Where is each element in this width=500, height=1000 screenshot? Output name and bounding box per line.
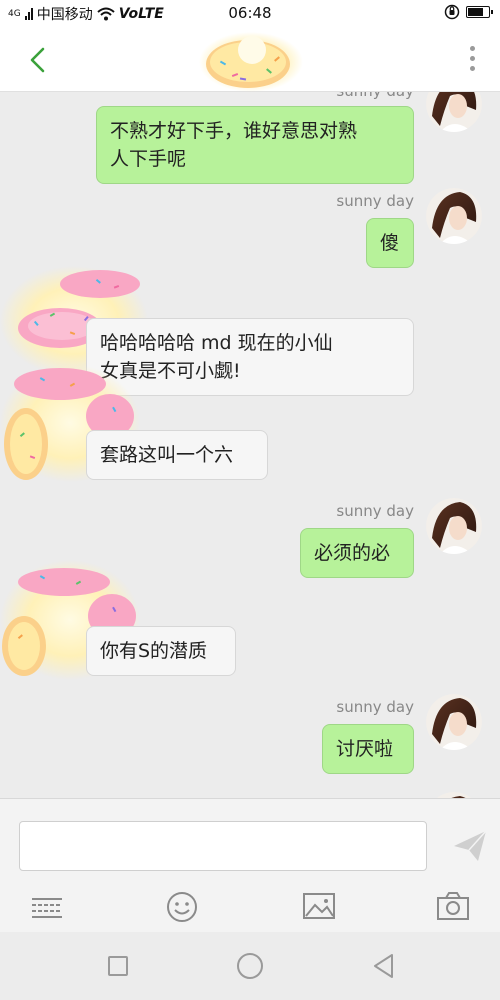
back-arrow-icon[interactable] [22,44,54,76]
system-navigation [0,932,500,1000]
battery-icon [466,6,493,18]
message-text: 讨厌啦 [336,738,394,760]
message-text: 女真是不可小觑! [100,360,241,382]
contact-avatar[interactable] [196,32,306,92]
message-text: 套路这叫一个六 [100,444,234,466]
more-vertical-icon[interactable] [468,46,476,74]
chat-header [0,28,500,92]
avatar[interactable] [426,92,482,132]
message-text: 人下手呢 [110,148,187,170]
avatar[interactable] [426,498,482,554]
battery-level [468,8,483,16]
message-bubble[interactable]: 傻 [366,218,414,268]
send-icon[interactable] [452,829,488,863]
message-text: 不熟才好下手，谁好意思对熟 [110,120,358,142]
home-icon[interactable] [236,952,264,980]
sender-name: sunny day [336,502,414,520]
message-bubble[interactable]: 讨厌啦 [322,724,414,774]
message-input[interactable] [19,821,427,871]
camera-icon[interactable] [436,891,470,921]
sender-name: sunny day [300,92,414,100]
image-icon[interactable] [302,891,336,921]
avatar[interactable] [426,188,482,244]
message-bubble[interactable]: 套路这叫一个六 [86,430,268,480]
sender-name: sunny day [336,192,414,210]
emoji-icon[interactable] [166,891,198,923]
clock: 06:48 [228,4,272,22]
avatar[interactable] [426,694,482,750]
message-list[interactable]: sunny day 不熟才好下手，谁好意思对熟 人下手呢 sunny day 傻… [0,92,500,798]
message-bubble[interactable]: 不熟才好下手，谁好意思对熟 人下手呢 [96,106,414,184]
message-text: 傻 [380,232,400,254]
message-text: 你有S的潜质 [100,640,208,662]
message-text: 哈哈哈哈哈 md 现在的小仙 [100,332,333,354]
recent-apps-icon[interactable] [104,952,132,980]
keyboard-icon[interactable] [30,891,64,921]
composer [0,798,500,932]
back-icon[interactable] [370,952,398,980]
message-text: 必须的必 [314,542,391,564]
sender-name: sunny day [336,698,414,716]
message-bubble[interactable]: 必须的必 [300,528,414,578]
status-bar: 4G 中国移动 VoLTE 06:48 [0,0,500,28]
message-bubble[interactable]: 你有S的潜质 [86,626,236,676]
alarm-icon [444,4,460,20]
